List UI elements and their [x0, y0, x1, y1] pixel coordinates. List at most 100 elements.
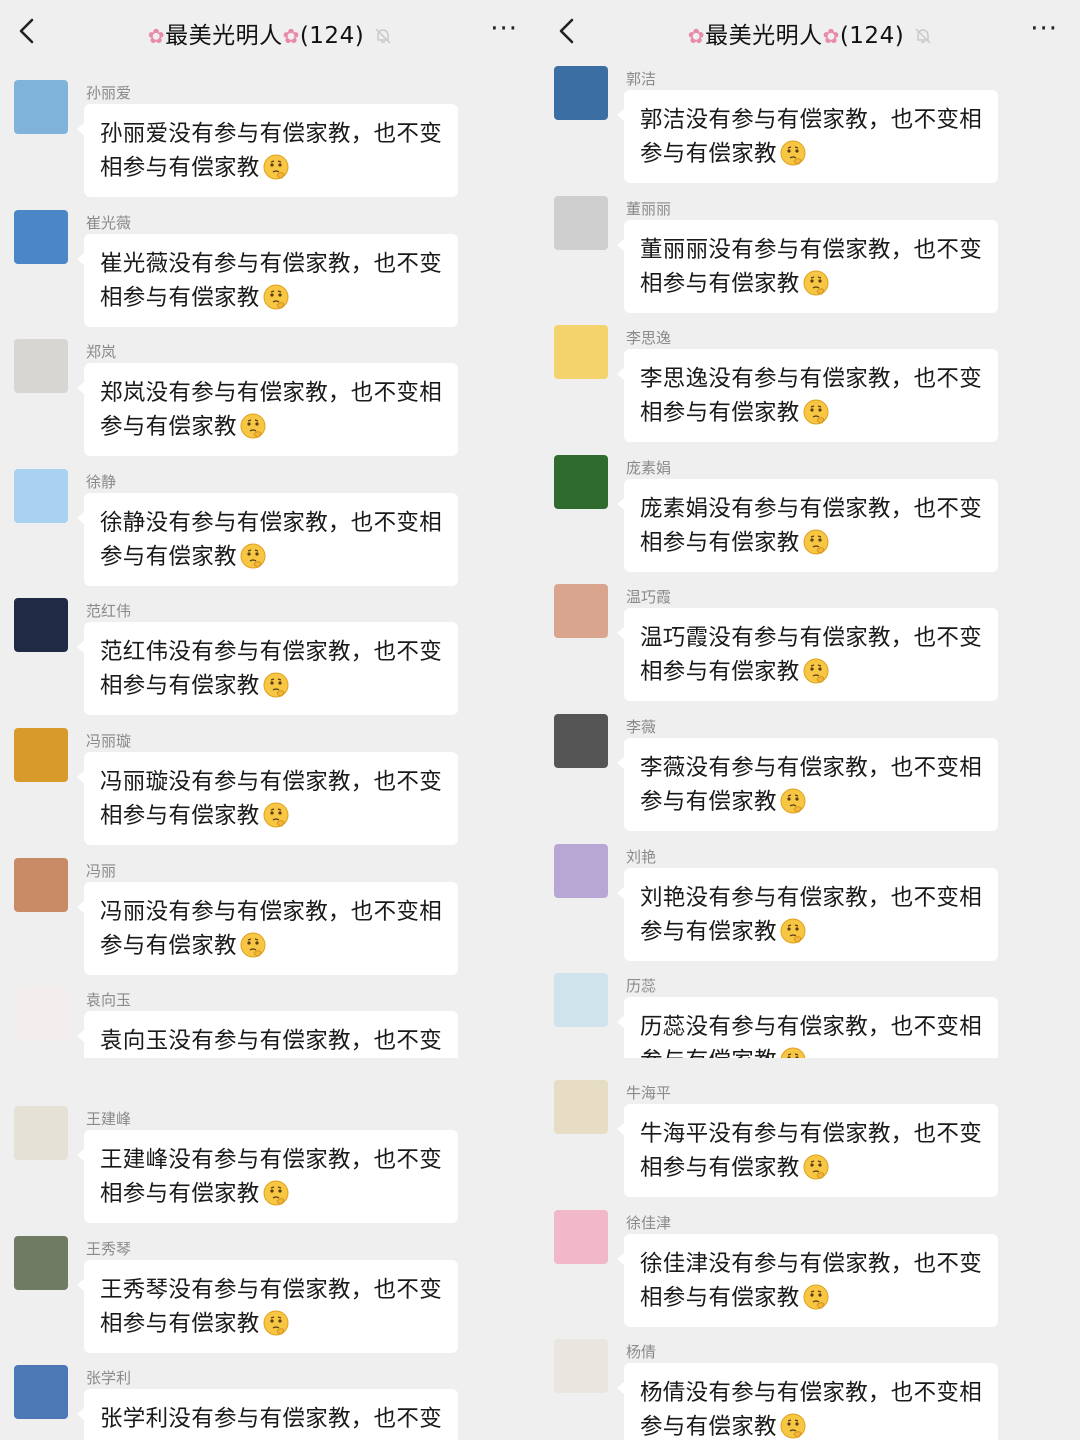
- message-bubble[interactable]: 刘艳没有参与有偿家教，也不变相参与有偿家教: [617, 867, 998, 961]
- message-item[interactable]: 袁向玉 袁向玉没有参与有偿家教，也不变: [0, 987, 540, 1058]
- sender-name: 李薇: [626, 718, 657, 736]
- scenery-avatar[interactable]: [554, 66, 608, 120]
- message-item[interactable]: 历蕊历蕊没有参与有偿家教，也不变相参与有偿家教: [540, 973, 1080, 1058]
- message-bubble[interactable]: 范红伟没有参与有偿家教，也不变相参与有偿家教: [77, 622, 458, 716]
- message-bubble[interactable]: 张学利没有参与有偿家教，也不变: [77, 1389, 458, 1440]
- right-chat-panel[interactable]: ✿最美光明人✿(124) ··· 郭洁郭洁没有参与有偿家教，也不变相参与有偿家教…: [540, 0, 1080, 1058]
- lavender-avatar[interactable]: [554, 843, 608, 898]
- message-item[interactable]: 王建峰 王建峰没有参与有偿家教，也不变相参与有偿家教: [0, 1106, 540, 1226]
- message-item[interactable]: 刘艳 刘艳没有参与有偿家教，也不变相参与有偿家教: [540, 843, 1080, 964]
- thinking-face-emoji: [803, 270, 829, 296]
- flower-icon: ✿: [282, 24, 300, 48]
- message-item[interactable]: 温巧霞 温巧霞没有参与有偿家教，也不变相参与有偿家教: [540, 584, 1080, 704]
- thinking-face-emoji: [803, 1284, 829, 1310]
- message-bubble[interactable]: 李薇没有参与有偿家教，也不变相参与有偿家教: [617, 738, 998, 831]
- toddler-avatar[interactable]: [554, 1080, 608, 1134]
- flower-icon: ✿: [687, 24, 706, 48]
- cartoon-girl-avatar[interactable]: [554, 1209, 608, 1264]
- cloud-avatar[interactable]: [14, 209, 68, 264]
- message-item[interactable]: 徐佳津 徐佳津没有参与有偿家教，也不变相参与有偿家教: [540, 1209, 1080, 1330]
- portrait-avatar[interactable]: [554, 195, 608, 250]
- message-bubble[interactable]: 杨倩没有参与有偿家教，也不变相参与有偿家教: [617, 1363, 998, 1440]
- message-bubble[interactable]: 郑岚没有参与有偿家教，也不变相参与有偿家教: [77, 363, 458, 457]
- sender-name: 张学利: [86, 1369, 132, 1388]
- message-bubble[interactable]: 牛海平没有参与有偿家教，也不变相参与有偿家教: [617, 1104, 998, 1197]
- message-bubble[interactable]: 庞素娟没有参与有偿家教，也不变相参与有偿家教: [617, 478, 998, 572]
- kids-avatar[interactable]: [14, 987, 68, 1042]
- thinking-face-emoji: [780, 788, 806, 814]
- woman-avatar[interactable]: [554, 1339, 608, 1394]
- sunset-field-avatar[interactable]: [14, 728, 68, 782]
- message-bubble[interactable]: 冯丽没有参与有偿家教，也不变相参与有偿家教: [77, 881, 458, 975]
- lotus-avatar[interactable]: [554, 454, 608, 509]
- sky-avatar[interactable]: [14, 80, 68, 134]
- message-bubble[interactable]: 徐静没有参与有偿家教，也不变相参与有偿家教: [77, 492, 458, 586]
- figure-avatar[interactable]: [14, 339, 68, 394]
- sender-name: 冯丽璇: [86, 732, 132, 750]
- left-chat-panel[interactable]: ✿最美光明人✿(124) ··· 孙丽爱 孙丽爱没有参与有偿家教，也不变相参与有偿…: [0, 0, 540, 1058]
- message-bubble[interactable]: 温巧霞没有参与有偿家教，也不变相参与有偿家教: [617, 608, 998, 702]
- message-bubble[interactable]: 崔光薇没有参与有偿家教，也不变相参与有偿家教: [77, 233, 458, 327]
- message-text: 郭洁没有参与有偿家教，也不变相参与有偿家教: [640, 107, 983, 167]
- message-item[interactable]: 庞素娟 庞素娟没有参与有偿家教，也不变相参与有偿家教: [540, 454, 1080, 575]
- message-item[interactable]: 冯丽 冯丽没有参与有偿家教，也不变相参与有偿家教: [0, 857, 540, 978]
- message-bubble[interactable]: 李思逸没有参与有偿家教，也不变相参与有偿家教: [617, 349, 998, 443]
- message-bubble[interactable]: 历蕊没有参与有偿家教，也不变相参与有偿家教: [617, 997, 998, 1058]
- message-item[interactable]: 王秀琴 王秀琴没有参与有偿家教，也不变相参与有偿家教: [0, 1235, 540, 1356]
- message-item[interactable]: 杨倩 杨倩没有参与有偿家教，也不变相参与有偿家教: [540, 1339, 1080, 1440]
- message-bubble[interactable]: 董丽丽没有参与有偿家教，也不变相参与有偿家教: [617, 219, 998, 313]
- group-title: ✿最美光明人✿(124): [540, 16, 1080, 50]
- message-item[interactable]: 郭洁郭洁没有参与有偿家教，也不变相参与有偿家教: [540, 66, 1080, 186]
- message-item[interactable]: 徐静 徐静没有参与有偿家教，也不变相参与有偿家教: [0, 468, 540, 589]
- sender-name: 袁向玉: [86, 991, 132, 1010]
- sunset-sea-avatar[interactable]: [14, 857, 68, 912]
- medal-avatar[interactable]: [14, 598, 68, 653]
- message-item[interactable]: 范红伟 范红伟没有参与有偿家教，也不变相参与有偿家教: [0, 598, 540, 718]
- thinking-face-emoji: [263, 284, 289, 310]
- message-bubble[interactable]: 徐佳津没有参与有偿家教，也不变相参与有偿家教: [617, 1233, 998, 1327]
- message-bubble[interactable]: 王建峰没有参与有偿家教，也不变相参与有偿家教: [77, 1130, 458, 1223]
- hands-avatar[interactable]: [554, 714, 608, 768]
- thinking-face-emoji: [803, 658, 829, 684]
- beach-avatar[interactable]: [14, 1365, 68, 1420]
- flower-icon: ✿: [147, 24, 166, 48]
- left-chat-panel-continued[interactable]: 王建峰 王建峰没有参与有偿家教，也不变相参与有偿家教 王秀琴 王秀琴没有参与有偿家教，…: [0, 1058, 540, 1440]
- message-item[interactable]: 牛海平牛海平没有参与有偿家教，也不变相参与有偿家教: [540, 1080, 1080, 1200]
- message-item[interactable]: 李思逸 李思逸没有参与有偿家教，也不变相参与有偿家教: [540, 325, 1080, 445]
- message-item[interactable]: 张学利 张学利没有参与有偿家教，也不变: [0, 1365, 540, 1440]
- thinking-face-emoji: [803, 1154, 829, 1180]
- message-item[interactable]: 孙丽爱 孙丽爱没有参与有偿家教，也不变相参与有偿家教: [0, 80, 540, 200]
- thinking-face-emoji: [780, 140, 806, 166]
- more-dots-icon[interactable]: ···: [1030, 14, 1058, 44]
- baby-avatar[interactable]: [554, 325, 608, 380]
- message-bubble[interactable]: 冯丽璇没有参与有偿家教，也不变相参与有偿家教: [77, 752, 458, 845]
- sketch-avatar[interactable]: [14, 1106, 68, 1160]
- message-item[interactable]: 郑岚 郑岚没有参与有偿家教，也不变相参与有偿家教: [0, 339, 540, 459]
- cartoon-avatar[interactable]: [14, 468, 68, 523]
- flower-icon: ✿: [822, 24, 840, 48]
- bottle-avatar[interactable]: [554, 973, 608, 1028]
- message-bubble[interactable]: 王秀琴没有参与有偿家教，也不变相参与有偿家教: [77, 1259, 458, 1353]
- more-dots-icon[interactable]: ···: [490, 14, 518, 44]
- sender-name: 牛海平: [626, 1084, 672, 1102]
- sender-name: 徐静: [86, 472, 117, 491]
- child-avatar[interactable]: [554, 584, 608, 639]
- thinking-face-emoji: [780, 1413, 806, 1439]
- message-item[interactable]: 冯丽璇冯丽璇没有参与有偿家教，也不变相参与有偿家教: [0, 728, 540, 848]
- thinking-face-emoji: [263, 154, 289, 180]
- thinking-face-emoji: [263, 802, 289, 828]
- sender-name: 徐佳津: [626, 1213, 672, 1232]
- sender-name: 杨倩: [626, 1343, 657, 1362]
- sender-name: 李思逸: [626, 329, 672, 348]
- message-bubble[interactable]: 袁向玉没有参与有偿家教，也不变: [77, 1011, 458, 1058]
- message-bubble[interactable]: 孙丽爱没有参与有偿家教，也不变相参与有偿家教: [77, 104, 458, 197]
- outdoor-avatar[interactable]: [14, 1235, 68, 1290]
- message-item[interactable]: 崔光薇 崔光薇没有参与有偿家教，也不变相参与有偿家教: [0, 209, 540, 330]
- message-item[interactable]: 董丽丽 董丽丽没有参与有偿家教，也不变相参与有偿家教: [540, 195, 1080, 316]
- sender-name: 郭洁: [626, 70, 657, 88]
- message-item[interactable]: 李薇李薇没有参与有偿家教，也不变相参与有偿家教: [540, 714, 1080, 834]
- right-chat-panel-continued[interactable]: 牛海平牛海平没有参与有偿家教，也不变相参与有偿家教徐佳津 徐佳津没有参与有偿家教，…: [540, 1058, 1080, 1440]
- thinking-face-emoji: [780, 918, 806, 944]
- message-bubble[interactable]: 郭洁没有参与有偿家教，也不变相参与有偿家教: [617, 90, 998, 183]
- sender-name: 董丽丽: [626, 199, 672, 218]
